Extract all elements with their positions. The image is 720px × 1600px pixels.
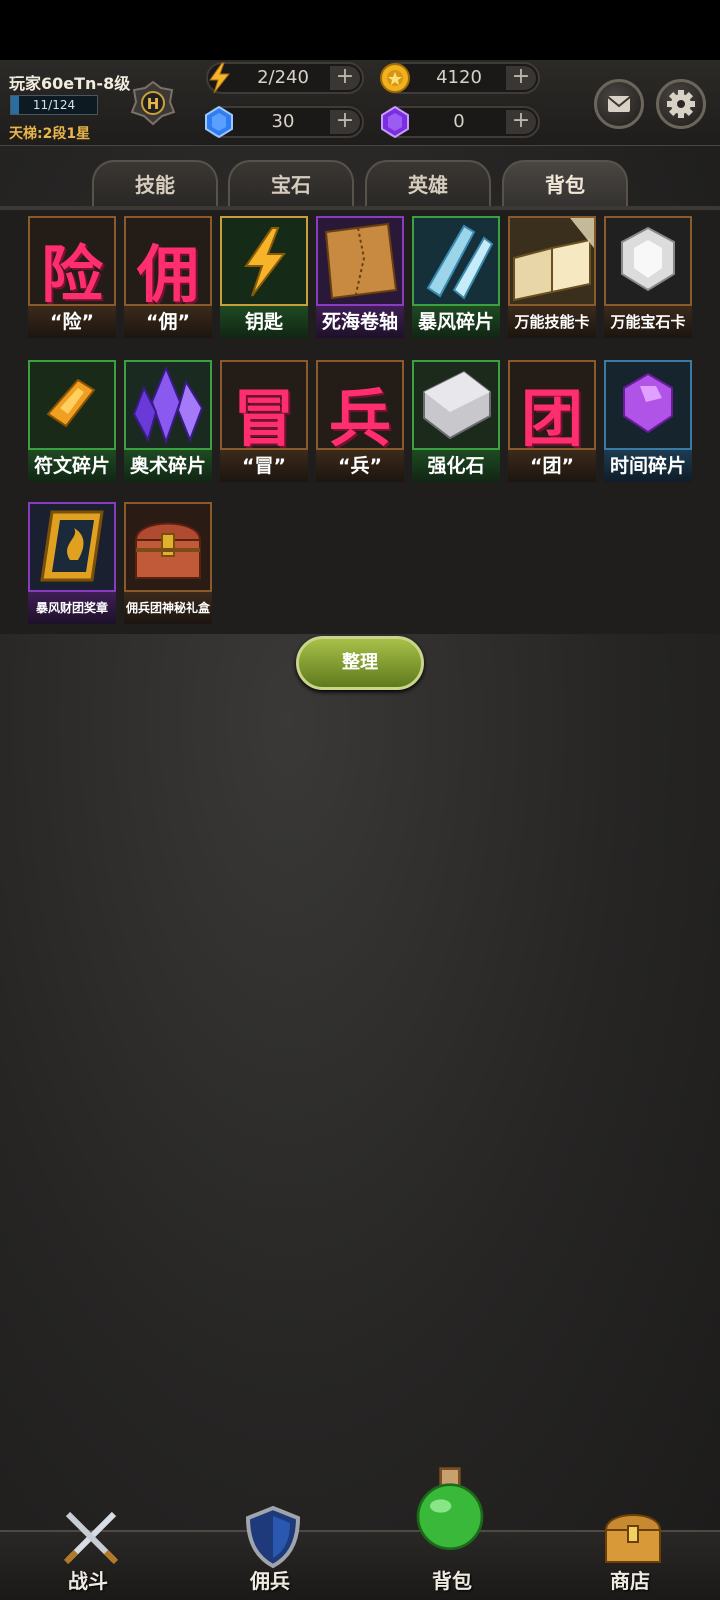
gold-resource: 4120 + bbox=[380, 62, 540, 94]
inventory-item[interactable]: 佣 1 “佣” bbox=[124, 216, 212, 340]
gold-value: 4120 bbox=[436, 67, 482, 88]
nav-battle-label: 战斗 bbox=[68, 1569, 108, 1593]
nav-mercenaries-label: 佣兵 bbox=[250, 1569, 290, 1593]
item-name: 奥术碎片 bbox=[124, 450, 212, 482]
nav-mercenaries[interactable]: 佣兵 bbox=[210, 1498, 330, 1600]
inventory-item[interactable]: 团 1 “团” bbox=[508, 360, 596, 484]
char-card-icon: 团 bbox=[508, 360, 596, 450]
add-energy-button[interactable]: + bbox=[330, 66, 360, 90]
hero-badge-letter: H bbox=[147, 95, 160, 113]
ladder-rank[interactable]: 天梯:2段1星 bbox=[9, 123, 90, 143]
book-icon bbox=[508, 216, 596, 306]
player-name: 玩家60eTn-8级 bbox=[9, 74, 131, 93]
item-name: 暴风碎片 bbox=[412, 306, 500, 338]
mail-button[interactable] bbox=[594, 79, 644, 129]
item-name: 万能宝石卡 bbox=[604, 306, 692, 338]
inventory-item[interactable]: 534 钥匙 bbox=[220, 216, 308, 340]
inventory-item[interactable]: 19 暴风碎片 bbox=[412, 216, 500, 340]
nav-backpack-label: 背包 bbox=[432, 1569, 472, 1593]
inventory-item[interactable]: 4 死海卷轴 bbox=[316, 216, 404, 340]
inventory-screen: 玩家60eTn-8级 11/124 天梯:2段1星 H 2/240 + 4120… bbox=[0, 0, 720, 1600]
item-name: 佣兵团神秘礼盒 bbox=[124, 592, 212, 624]
item-name: “佣” bbox=[124, 306, 212, 338]
gold-coin-icon bbox=[380, 63, 410, 93]
hero-badge-icon[interactable]: H bbox=[130, 80, 176, 126]
item-name: 强化石 bbox=[412, 450, 500, 482]
lightning-key-icon bbox=[220, 216, 308, 306]
item-name: 死海卷轴 bbox=[316, 306, 404, 338]
inventory-item[interactable]: 425 强化石 bbox=[412, 360, 500, 484]
crystal-icon bbox=[124, 360, 212, 450]
status-bar bbox=[0, 0, 720, 60]
energy-icon bbox=[209, 62, 231, 94]
inventory-item[interactable]: 17 万能技能卡 bbox=[508, 216, 596, 340]
chest-icon bbox=[124, 502, 212, 592]
scroll-icon bbox=[316, 216, 404, 306]
potion-icon bbox=[416, 1467, 484, 1550]
char-card-icon: 冒 bbox=[220, 360, 308, 450]
energy-value: 2/240 bbox=[257, 67, 309, 88]
inventory-item[interactable]: 冒 3 “冒” bbox=[220, 360, 308, 484]
item-name: “兵” bbox=[316, 450, 404, 482]
item-name: 钥匙 bbox=[220, 306, 308, 338]
medal-icon bbox=[28, 502, 116, 592]
inventory-item[interactable]: 4 暴风财团奖章 bbox=[28, 502, 116, 626]
item-name: “团” bbox=[508, 450, 596, 482]
ice-shard-icon bbox=[412, 216, 500, 306]
shield-icon bbox=[245, 1505, 301, 1569]
rune-shard-icon bbox=[28, 360, 116, 450]
item-name: “冒” bbox=[220, 450, 308, 482]
char-card-icon: 兵 bbox=[316, 360, 404, 450]
add-gold-button[interactable]: + bbox=[506, 66, 536, 90]
inventory-item[interactable]: 15 时间碎片 bbox=[604, 360, 692, 484]
purple-gem-value: 0 bbox=[453, 111, 465, 132]
diamond-icon bbox=[604, 216, 692, 306]
crossed-swords-icon bbox=[63, 1511, 119, 1565]
item-name: “险” bbox=[28, 306, 116, 338]
inventory-item[interactable]: 8 符文碎片 bbox=[28, 360, 116, 484]
purple-gem-resource: 0 + bbox=[381, 105, 540, 139]
inventory-item[interactable]: 兵 4 “兵” bbox=[316, 360, 404, 484]
tab-backpack[interactable]: 背包 bbox=[502, 160, 628, 206]
item-name: 符文碎片 bbox=[28, 450, 116, 482]
blue-gem-resource: 30 + bbox=[205, 105, 364, 139]
inventory-item[interactable]: 险 7 “险” bbox=[28, 216, 116, 340]
tab-skills[interactable]: 技能 bbox=[92, 160, 218, 206]
nav-battle[interactable]: 战斗 bbox=[28, 1498, 148, 1600]
add-blue-gem-button[interactable]: + bbox=[330, 110, 360, 134]
item-name: 万能技能卡 bbox=[508, 306, 596, 338]
inventory-item[interactable]: 20 奥术碎片 bbox=[124, 360, 212, 484]
tab-heroes[interactable]: 英雄 bbox=[365, 160, 491, 206]
nav-shop[interactable]: 商店 bbox=[570, 1498, 690, 1600]
sort-button[interactable]: 整理 bbox=[296, 636, 424, 690]
char-card-icon: 险 bbox=[28, 216, 116, 306]
nav-shop-label: 商店 bbox=[610, 1569, 650, 1593]
blue-gem-icon bbox=[205, 105, 233, 139]
purple-gem-icon bbox=[604, 360, 692, 450]
item-name: 时间碎片 bbox=[604, 450, 692, 482]
mail-icon bbox=[607, 96, 631, 112]
blue-gem-value: 30 bbox=[271, 111, 295, 132]
xp-bar: 11/124 bbox=[10, 95, 98, 115]
inventory-item[interactable]: 39 万能宝石卡 bbox=[604, 216, 692, 340]
xp-text: 11/124 bbox=[32, 98, 76, 112]
stone-icon bbox=[412, 360, 500, 450]
nav-backpack[interactable]: 背包 bbox=[392, 1460, 512, 1600]
item-name: 暴风财团奖章 bbox=[28, 592, 116, 624]
char-card-icon: 佣 bbox=[124, 216, 212, 306]
settings-button[interactable] bbox=[656, 79, 706, 129]
add-purple-gem-button[interactable]: + bbox=[506, 110, 536, 134]
purple-gem-icon bbox=[381, 105, 409, 139]
tab-gems[interactable]: 宝石 bbox=[228, 160, 354, 206]
treasure-chest-icon bbox=[604, 1514, 662, 1563]
inventory-item[interactable]: 1 佣兵团神秘礼盒 bbox=[124, 502, 212, 626]
energy-resource: 2/240 + bbox=[206, 62, 364, 94]
gear-icon bbox=[667, 90, 695, 118]
